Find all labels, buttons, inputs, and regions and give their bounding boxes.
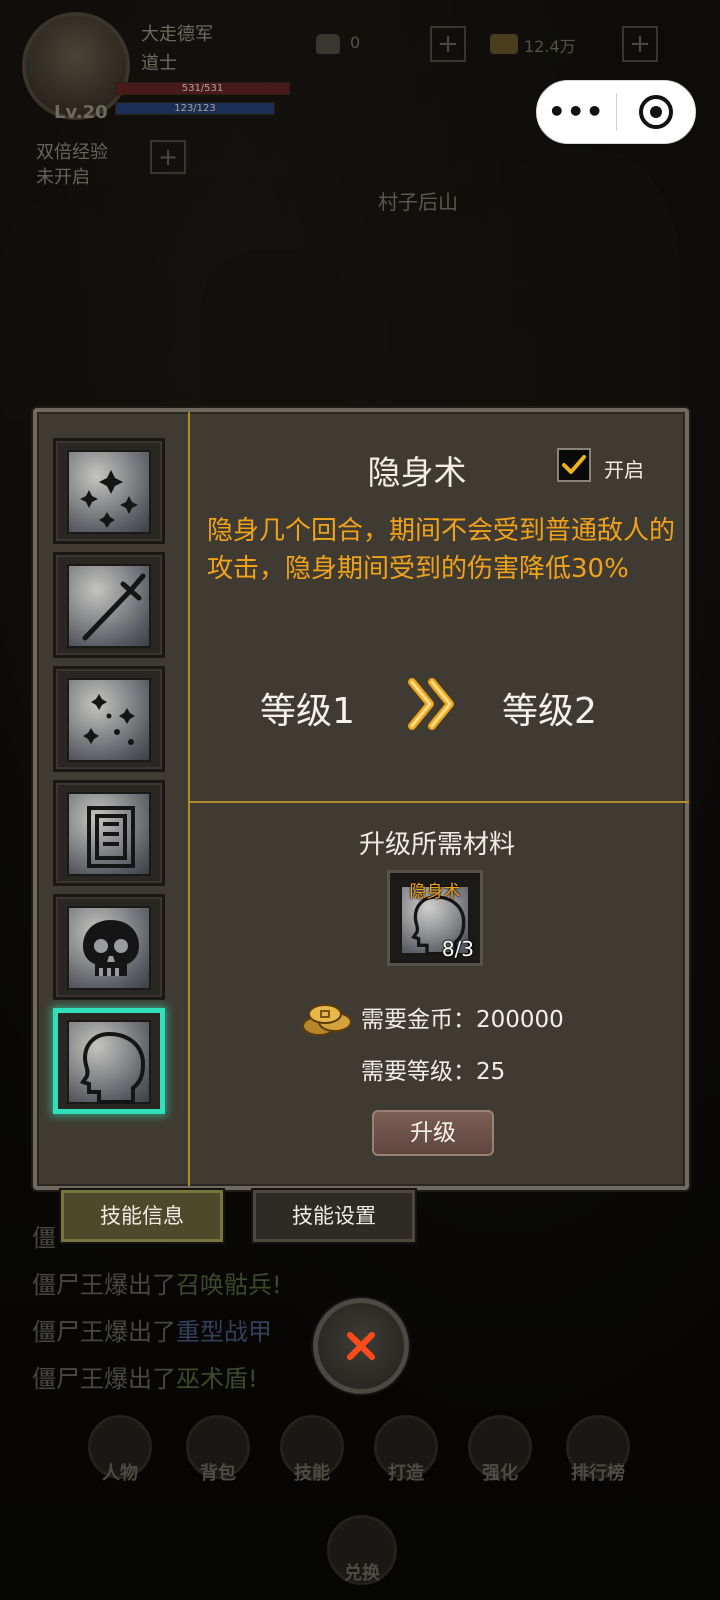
double-exp-label: 双倍经验 <box>36 142 108 163</box>
nav-exchange[interactable]: 兑换 <box>322 1515 402 1585</box>
close-icon <box>347 1332 375 1360</box>
tab-skill-settings[interactable]: 技能设置 <box>253 1190 415 1242</box>
player-level: Lv.20 <box>54 102 108 123</box>
next-level: 等级2 <box>502 691 597 732</box>
current-level: 等级1 <box>260 691 355 732</box>
nav-bag[interactable]: 背包 <box>178 1415 258 1485</box>
stars-icon <box>67 450 151 534</box>
ingot-plus-button[interactable]: + <box>430 26 466 62</box>
location-label: 村子后山 <box>378 190 458 214</box>
skill-description: 隐身几个回合，期间不会受到普通敌人的攻击，隐身期间受到的伤害降低30% <box>207 516 676 584</box>
skill-title: 隐身术 <box>367 453 467 492</box>
skill-slot-3[interactable] <box>53 666 165 772</box>
talisman-icon <box>67 792 151 876</box>
log-line: 僵 <box>32 1224 56 1252</box>
required-gold: 需要金币：200000 <box>361 1007 564 1033</box>
nav-forge[interactable]: 打造 <box>366 1415 446 1485</box>
target-icon <box>638 95 673 129</box>
more-options-button[interactable]: ••• <box>537 98 616 126</box>
head-silhouette-icon <box>67 1020 151 1104</box>
skill-slot-5[interactable] <box>53 894 165 1000</box>
close-button[interactable] <box>313 1298 409 1394</box>
exit-miniprogram-button[interactable] <box>617 95 696 129</box>
material-name: 隐身术 <box>409 882 461 902</box>
skill-dialog: 隐身术 开启 隐身几个回合，期间不会受到普通敌人的攻击，隐身期间受到的伤害降低3… <box>33 408 689 1190</box>
materials-title: 升级所需材料 <box>358 830 515 860</box>
mp-text: 123/123 <box>174 103 216 114</box>
mp-bar: 123/123 <box>115 102 275 115</box>
hp-text: 531/531 <box>181 83 224 94</box>
horizontal-divider <box>190 801 689 803</box>
tab-skill-info[interactable]: 技能信息 <box>61 1190 223 1242</box>
skill-slot-6[interactable] <box>53 1008 165 1114</box>
sword-icon <box>67 564 151 648</box>
enable-checkbox[interactable] <box>557 448 591 482</box>
gold-coins-icon <box>299 998 357 1038</box>
log-line: 僵尸王爆出了巫术盾! <box>32 1365 258 1393</box>
enable-label: 开启 <box>604 458 644 482</box>
skill-slot-4[interactable] <box>53 780 165 886</box>
player-name: 大走德军 <box>141 24 213 45</box>
gold-count: 12.4万 <box>524 37 576 56</box>
log-line: 僵尸王爆出了召唤骷兵! <box>32 1271 282 1299</box>
double-chevron-right-icon <box>406 674 460 734</box>
double-exp-plus-button[interactable]: + <box>150 140 186 174</box>
upgrade-button[interactable]: 升级 <box>372 1110 494 1156</box>
vertical-divider <box>188 412 190 1186</box>
ingot-count: 0 <box>350 33 361 52</box>
hp-bar: 531/531 <box>115 82 290 95</box>
skill-slot-2[interactable] <box>53 552 165 658</box>
material-item[interactable]: 隐身术 8/3 <box>387 870 483 966</box>
gold-plus-button[interactable]: + <box>622 26 658 62</box>
nav-character[interactable]: 人物 <box>80 1415 160 1485</box>
required-level: 需要等级：25 <box>361 1059 506 1085</box>
nav-enhance[interactable]: 强化 <box>460 1415 540 1485</box>
material-count: 8/3 <box>441 937 474 961</box>
player-class: 道士 <box>141 53 177 74</box>
double-exp-state: 未开启 <box>36 167 90 188</box>
sparkles-icon <box>67 678 151 762</box>
skull-icon <box>67 906 151 990</box>
miniprogram-capsule: ••• <box>536 80 696 144</box>
nav-skill[interactable]: 技能 <box>272 1415 352 1485</box>
ingot-icon <box>316 34 340 54</box>
skill-slot-1[interactable] <box>53 438 165 544</box>
nav-ranking[interactable]: 排行榜 <box>558 1415 638 1485</box>
gold-icon <box>490 34 518 54</box>
log-line: 僵尸王爆出了重型战甲 <box>32 1318 272 1346</box>
check-icon <box>562 455 586 474</box>
